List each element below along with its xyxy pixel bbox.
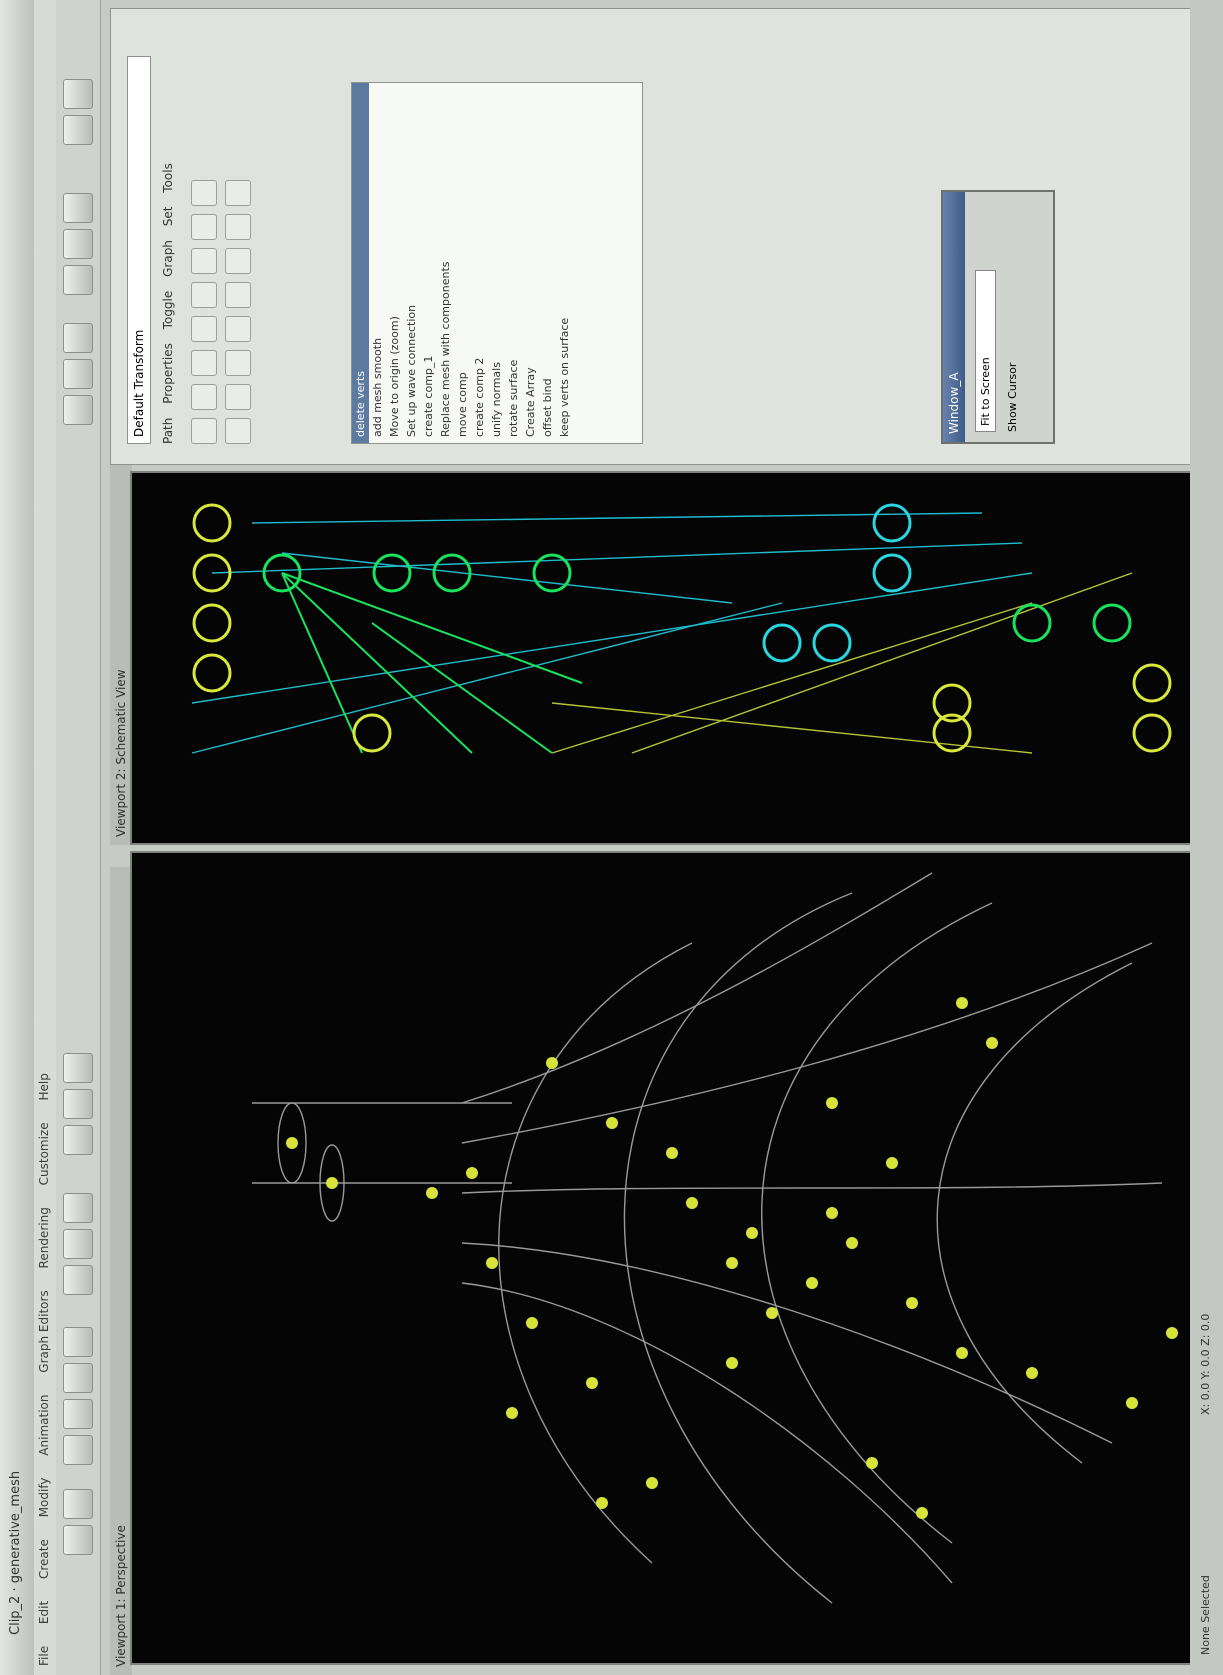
bind-icon[interactable] — [63, 1193, 93, 1223]
dropdown-default-transform[interactable]: Default Transform — [127, 56, 151, 444]
render-icon[interactable] — [63, 193, 93, 223]
tool-icon-12[interactable] — [225, 316, 251, 342]
menu-rendering[interactable]: Rendering — [34, 1198, 54, 1277]
status-bar: None Selected X: 0.0 Y: 0.0 Z: 0.0 — [1190, 0, 1223, 1675]
undo-icon[interactable] — [63, 1525, 93, 1555]
floating-dialog: Window_A Fit to Screen Show Cursor — [941, 190, 1055, 444]
menu-customize[interactable]: Customize — [34, 1113, 54, 1194]
tool-icon-7[interactable] — [191, 214, 217, 240]
rotate-icon[interactable] — [63, 1363, 93, 1393]
window-title: Clip_2 · generative_mesh — [8, 1470, 23, 1635]
tool-icon-3[interactable] — [191, 350, 217, 376]
tool-icon-10[interactable] — [225, 384, 251, 410]
tab-tools[interactable]: Tools — [161, 163, 175, 193]
list-item[interactable]: create comp_1 — [420, 83, 437, 443]
list-item[interactable]: unify normals — [488, 83, 505, 443]
mirror-icon[interactable] — [63, 1089, 93, 1119]
node-graph — [191, 503, 1172, 754]
list-item[interactable]: move comp — [454, 83, 471, 443]
tool-icon-6[interactable] — [191, 248, 217, 274]
tab-graph[interactable]: Graph — [161, 240, 175, 277]
list-item[interactable]: create comp 2 — [471, 83, 488, 443]
tool-icon-11[interactable] — [225, 350, 251, 376]
frame-icon[interactable] — [63, 79, 93, 109]
icon-grid — [191, 44, 341, 444]
list-item[interactable]: delete verts — [352, 83, 369, 443]
menu-create[interactable]: Create — [34, 1530, 54, 1588]
main-toolbar — [56, 0, 101, 1675]
tool-icon-15[interactable] — [225, 214, 251, 240]
tool-icon-5[interactable] — [191, 282, 217, 308]
curve-editor-icon[interactable] — [63, 359, 93, 389]
move-icon[interactable] — [63, 1399, 93, 1429]
snap-icon[interactable] — [63, 1125, 93, 1155]
selection-status: None Selected — [1199, 1575, 1212, 1655]
command-panel: Default Transform Path Properties Toggle… — [110, 8, 1222, 465]
perspective-viewport[interactable] — [130, 851, 1223, 1665]
tab-path[interactable]: Path — [161, 418, 175, 444]
list-item[interactable]: Set up wave connection — [403, 83, 420, 443]
tool-icon-14[interactable] — [225, 248, 251, 274]
menu-animation[interactable]: Animation — [34, 1386, 54, 1465]
menu-bar: File Edit Create Modify Animation Graph … — [34, 0, 57, 1675]
menu-modify[interactable]: Modify — [34, 1469, 54, 1527]
tool-icon-16[interactable] — [225, 180, 251, 206]
panel-tabs: Path Properties Toggle Graph Set Tools — [161, 163, 175, 444]
list-item[interactable]: rotate surface — [505, 83, 522, 443]
link-icon[interactable] — [63, 1265, 93, 1295]
wireframe-mesh — [252, 872, 1178, 1604]
scale-icon[interactable] — [63, 1327, 93, 1357]
tool-icon-4[interactable] — [191, 316, 217, 342]
list-item[interactable]: keep verts on surface — [556, 83, 573, 443]
app-window: Clip_2 · generative_mesh File Edit Creat… — [0, 0, 1223, 1675]
list-item[interactable]: Replace mesh with components — [437, 83, 454, 443]
graph-viewport-title: Viewport 2: Schematic View — [110, 457, 132, 845]
menu-help[interactable]: Help — [34, 1064, 54, 1109]
screenshot-frame: Clip_2 · generative_mesh File Edit Creat… — [0, 0, 1223, 1675]
quick-render-icon[interactable] — [63, 115, 93, 145]
list-item[interactable]: add mesh smooth — [369, 83, 386, 443]
fit-to-screen-field[interactable]: Fit to Screen — [975, 270, 996, 432]
tool-icon-13[interactable] — [225, 282, 251, 308]
coordinate-readout: X: 0.0 Y: 0.0 Z: 0.0 — [1199, 1313, 1212, 1415]
tool-icon-9[interactable] — [225, 418, 251, 444]
redo-icon[interactable] — [63, 1489, 93, 1519]
show-cursor-option[interactable]: Show Cursor — [1006, 202, 1019, 432]
menu-graph-editors[interactable]: Graph Editors — [34, 1281, 54, 1381]
list-item[interactable]: offset bind — [539, 83, 556, 443]
tool-icon-8[interactable] — [191, 180, 217, 206]
history-list[interactable]: delete verts add mesh smooth Move to ori… — [351, 82, 643, 444]
title-bar: Clip_2 · generative_mesh — [0, 0, 35, 1675]
material-icon[interactable] — [63, 265, 93, 295]
tool-icon-2[interactable] — [191, 384, 217, 410]
tab-toggle[interactable]: Toggle — [161, 291, 175, 330]
select-icon[interactable] — [63, 1435, 93, 1465]
render-setup-icon[interactable] — [63, 229, 93, 259]
tool-icon-1[interactable] — [191, 418, 217, 444]
tab-set[interactable]: Set — [161, 207, 175, 227]
menu-file[interactable]: File — [34, 1637, 54, 1675]
menu-edit[interactable]: Edit — [34, 1592, 54, 1633]
perspective-viewport-title: Viewport 1: Perspective — [110, 867, 132, 1675]
list-item[interactable]: Move to origin (zoom) — [386, 83, 403, 443]
tab-properties[interactable]: Properties — [161, 343, 175, 404]
layers-icon[interactable] — [63, 395, 93, 425]
dialog-title: Window_A — [943, 192, 965, 442]
unlink-icon[interactable] — [63, 1229, 93, 1259]
graph-viewport[interactable] — [130, 471, 1223, 845]
align-icon[interactable] — [63, 1053, 93, 1083]
schematic-icon[interactable] — [63, 323, 93, 353]
list-item[interactable]: Create Array — [522, 83, 539, 443]
